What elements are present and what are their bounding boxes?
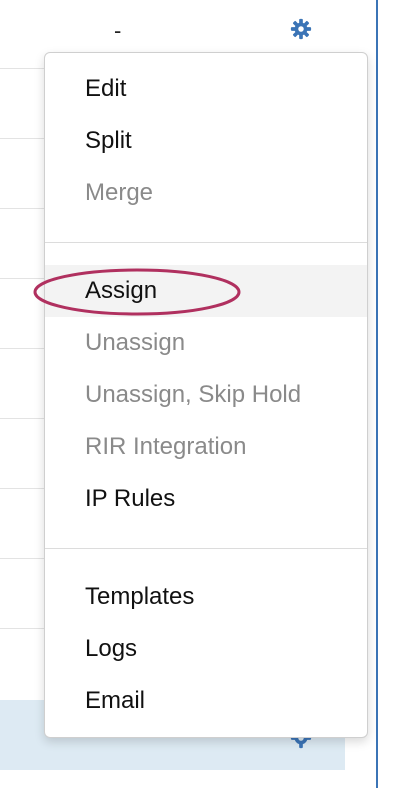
menu-item-rir-integration: RIR Integration bbox=[85, 433, 247, 460]
menu-item-logs[interactable]: Logs bbox=[45, 623, 367, 675]
menu-item-templates[interactable]: Templates bbox=[45, 571, 367, 623]
gear-icon[interactable] bbox=[290, 18, 312, 40]
menu-item-split[interactable]: Split bbox=[45, 115, 367, 167]
menu-item-assign[interactable]: Assign bbox=[45, 265, 367, 317]
menu-item-unassign-skip-hold: Unassign, Skip Hold bbox=[85, 381, 302, 408]
menu-item-edit[interactable]: Edit bbox=[45, 63, 367, 115]
menu-item-email[interactable]: Email bbox=[45, 675, 367, 727]
menu-item-unassign: Unassign bbox=[85, 329, 186, 356]
row-value: - bbox=[114, 18, 122, 43]
menu-divider bbox=[45, 242, 367, 243]
menu-divider bbox=[45, 548, 367, 549]
panel-border bbox=[376, 0, 378, 788]
context-menu: Edit Split Merge Assign Unassign Unassig… bbox=[44, 52, 368, 738]
menu-item-merge: Merge bbox=[85, 179, 154, 206]
menu-item-ip-rules[interactable]: IP Rules bbox=[45, 473, 367, 525]
